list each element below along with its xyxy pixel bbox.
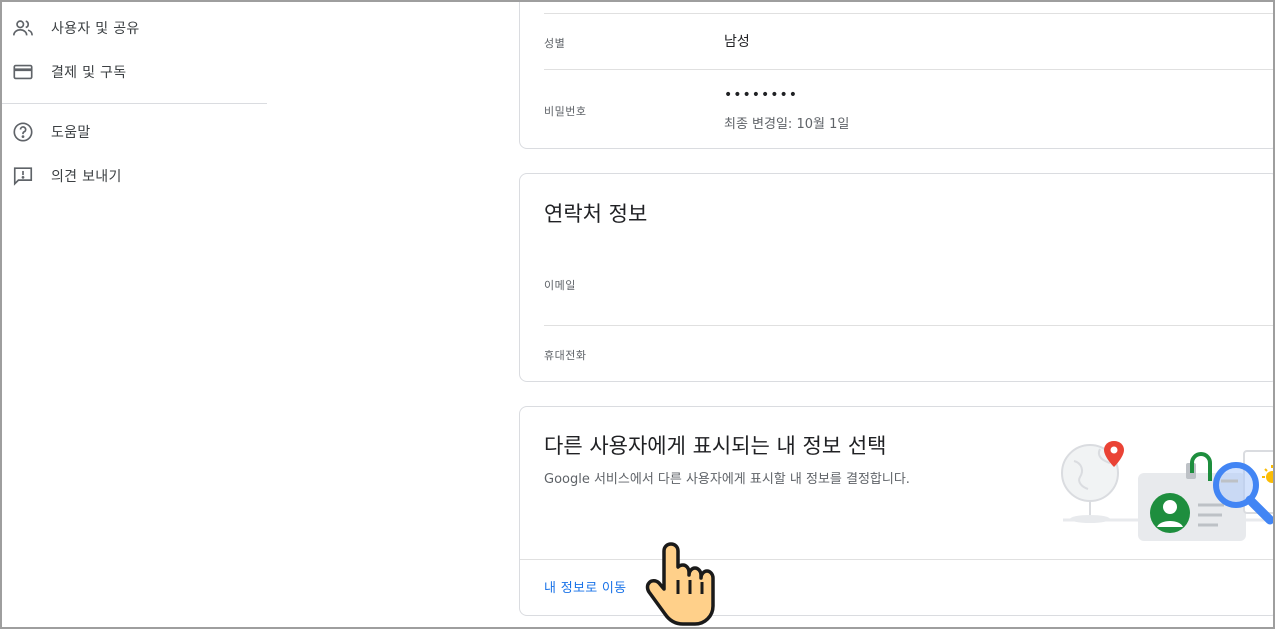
- password-label: 비밀번호: [544, 105, 587, 118]
- gender-label: 성별: [544, 37, 566, 50]
- gender-value: 남성: [724, 34, 750, 50]
- visibility-title: 다른 사용자에게 표시되는 내 정보 선택: [544, 434, 887, 458]
- sidebar-item-label: 의견 보내기: [51, 169, 122, 185]
- sidebar-item-people-sharing[interactable]: 사용자 및 공유: [2, 10, 267, 46]
- sidebar-item-help[interactable]: 도움말: [2, 114, 267, 150]
- credit-card-icon: [12, 61, 34, 83]
- sidebar-item-label: 도움말: [51, 125, 91, 141]
- contact-info-title: 연락처 정보: [544, 202, 648, 226]
- personal-info-card: 성별 남성 비밀번호 •••••••• 최종 변경일: 10월 1일: [519, 0, 1275, 149]
- help-icon: [12, 121, 34, 143]
- sidebar-item-payments[interactable]: 결제 및 구독: [2, 54, 267, 90]
- visibility-illustration: [1038, 433, 1275, 548]
- go-to-about-me-link[interactable]: 내 정보로 이동: [544, 577, 626, 596]
- sidebar-item-feedback[interactable]: 의견 보내기: [2, 158, 267, 194]
- password-value: ••••••••: [724, 87, 799, 103]
- sidebar-item-label: 결제 및 구독: [51, 65, 127, 81]
- email-label: 이메일: [544, 279, 576, 292]
- visibility-description: Google 서비스에서 다른 사용자에게 표시할 내 정보를 결정합니다.: [544, 472, 910, 487]
- people-icon: [12, 17, 34, 39]
- contact-info-card: 연락처 정보 이메일 휴대전화: [519, 173, 1275, 382]
- about-me-visibility-card: 다른 사용자에게 표시되는 내 정보 선택 Google 서비스에서 다른 사용…: [519, 406, 1275, 616]
- phone-label: 휴대전화: [544, 349, 587, 362]
- hand-cursor-icon: [645, 538, 721, 628]
- sidebar: 사용자 및 공유 결제 및 구독 도움말 의견 보내기: [2, 0, 267, 629]
- row-divider: [544, 13, 1275, 14]
- feedback-icon: [12, 165, 34, 187]
- row-divider: [544, 69, 1275, 70]
- sidebar-divider: [2, 103, 267, 104]
- row-divider: [520, 559, 1275, 560]
- password-last-changed: 최종 변경일: 10월 1일: [724, 117, 850, 132]
- row-divider: [544, 325, 1275, 326]
- sidebar-item-label: 사용자 및 공유: [51, 21, 140, 37]
